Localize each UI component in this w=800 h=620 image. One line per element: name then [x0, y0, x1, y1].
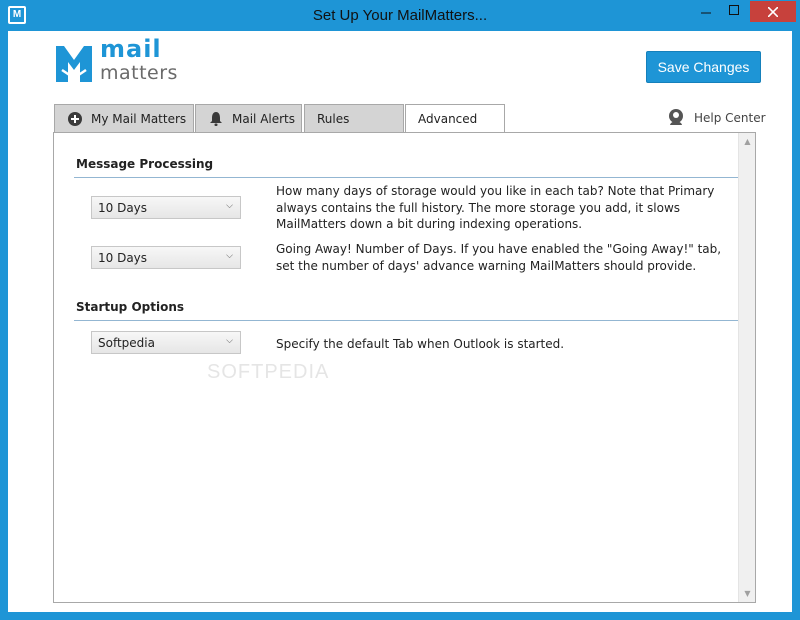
minimize-icon [701, 12, 711, 14]
mailmatters-logo: mail matters [54, 37, 184, 88]
advanced-panel: Message Processing 10 Days ⌵ How many da… [53, 132, 756, 603]
scroll-up-arrow-icon[interactable]: ▲ [743, 137, 752, 146]
tab-label: Advanced [418, 112, 478, 126]
going-away-days-description: Going Away! Number of Days. If you have … [276, 242, 722, 273]
watermark: SOFTPEDIA [207, 361, 330, 383]
tab-label: My Mail Matters [91, 111, 187, 126]
section-title-message-processing: Message Processing [76, 157, 214, 171]
tab-mail-alerts[interactable]: Mail Alerts [195, 104, 302, 132]
help-center-link[interactable]: Help Center [666, 107, 766, 129]
bell-icon [210, 111, 222, 126]
logo-text: mail matters [100, 37, 178, 85]
tab-label: Mail Alerts [232, 111, 296, 126]
storage-days-description: How many days of storage would you like … [276, 184, 715, 231]
window-title: Set Up Your MailMatters... [312, 7, 488, 24]
tab-advanced[interactable]: Advanced [405, 104, 505, 133]
mailmatters-logo-icon [56, 46, 92, 82]
maximize-icon [729, 5, 739, 15]
title-bar: M Set Up Your MailMatters... [0, 0, 800, 31]
tab-my-mail-matters[interactable]: My Mail Matters [54, 104, 194, 132]
vertical-scrollbar[interactable]: ▲ ▼ [738, 133, 755, 602]
plus-circle-icon [68, 111, 82, 126]
section-divider [74, 320, 738, 321]
minimize-button[interactable] [692, 1, 720, 22]
default-tab-dropdown[interactable]: Softpedia ⌵ [91, 331, 241, 354]
help-person-icon [669, 109, 683, 125]
going-away-days-dropdown[interactable]: 10 Days ⌵ [91, 246, 241, 269]
logo-matters-text: matters [100, 62, 178, 84]
default-tab-value: Softpedia [98, 335, 155, 350]
section-title-startup-options: Startup Options [76, 300, 185, 314]
tab-label: Rules [317, 111, 350, 126]
chevron-down-icon: ⌵ [226, 201, 233, 211]
save-changes-button[interactable]: Save Changes [646, 51, 761, 83]
storage-days-value: 10 Days [98, 200, 148, 215]
default-tab-description: Specify the default Tab when Outlook is … [276, 337, 565, 351]
maximize-button[interactable] [720, 1, 748, 22]
storage-days-dropdown[interactable]: 10 Days ⌵ [91, 196, 241, 219]
close-icon [767, 6, 779, 18]
logo-mail-text: mail [100, 35, 162, 63]
close-button[interactable] [750, 1, 796, 22]
chevron-down-icon: ⌵ [226, 251, 233, 261]
window-client: mail matters Save Changes My Mail Matter… [8, 31, 792, 612]
help-center-label: Help Center [694, 111, 766, 125]
section-divider [74, 177, 738, 178]
going-away-days-value: 10 Days [98, 250, 148, 265]
scroll-down-arrow-icon[interactable]: ▼ [743, 589, 752, 598]
tab-rules[interactable]: Rules [304, 104, 404, 132]
chevron-down-icon: ⌵ [226, 336, 233, 346]
